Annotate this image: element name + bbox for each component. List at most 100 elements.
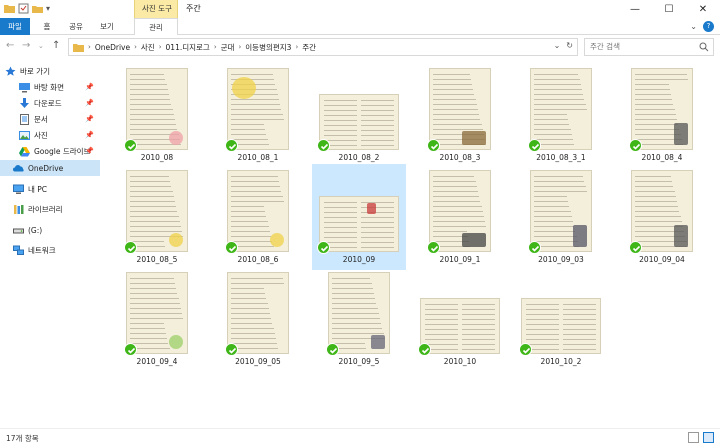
file-item[interactable]: 2010_08: [110, 62, 204, 168]
file-thumbnail: [521, 298, 601, 354]
sync-check-icon: [528, 241, 541, 254]
breadcrumb-letters[interactable]: 이등병의편지3: [245, 42, 291, 53]
address-bar[interactable]: › OneDrive › 사진 › 011.디지로그 › 군대 › 이등병의편지…: [68, 38, 578, 56]
file-item[interactable]: 2010_09_4: [110, 266, 204, 372]
breadcrumb-army[interactable]: 군대: [221, 42, 235, 53]
sidebar-item-onedrive[interactable]: OneDrive: [0, 160, 100, 176]
search-input[interactable]: 주간 검색: [584, 38, 714, 56]
minimize-button[interactable]: —: [618, 0, 652, 18]
maximize-button[interactable]: ☐: [652, 0, 686, 18]
google-drive-icon: [19, 146, 30, 156]
file-item[interactable]: 2010_08_4: [615, 62, 709, 168]
pin-icon[interactable]: 📌: [85, 131, 94, 139]
title-bar: ▾ 사진 도구 주간 — ☐ ✕: [0, 0, 720, 34]
file-thumbnail: [227, 170, 289, 252]
view-toggle: [688, 432, 714, 443]
help-icon[interactable]: ?: [703, 21, 714, 32]
back-arrow-icon[interactable]: ←: [6, 40, 14, 51]
sidebar-item-label: OneDrive: [28, 163, 64, 173]
new-folder-icon[interactable]: [32, 3, 43, 14]
ribbon-controls: ⌄ ?: [690, 21, 714, 32]
file-item[interactable]: 2010_08_2: [312, 62, 406, 168]
tab-file[interactable]: 파일: [0, 18, 30, 35]
sidebar-item-downloads[interactable]: 다운로드 📌: [0, 95, 100, 111]
file-thumbnail: [227, 272, 289, 354]
large-icons-view-icon[interactable]: [703, 432, 714, 443]
file-item[interactable]: 2010_09: [312, 164, 406, 270]
file-thumbnail: [126, 272, 188, 354]
breadcrumb-digilog[interactable]: 011.디지로그: [166, 42, 210, 53]
sidebar-item-libraries[interactable]: 라이브러리: [0, 201, 100, 217]
pin-icon[interactable]: 📌: [85, 147, 94, 155]
crumb-separator[interactable]: ›: [214, 43, 217, 51]
sidebar-item-desktop[interactable]: 바탕 화면 📌: [0, 79, 100, 95]
file-item[interactable]: 2010_08_1: [211, 62, 305, 168]
tab-share[interactable]: 공유: [64, 18, 88, 35]
file-item[interactable]: 2010_08_3_1: [514, 62, 608, 168]
sync-check-icon: [519, 343, 532, 356]
sync-check-icon: [418, 343, 431, 356]
tab-home[interactable]: 홈: [36, 18, 58, 35]
file-thumbnail: [227, 68, 289, 150]
pin-icon[interactable]: 📌: [85, 99, 94, 107]
close-button[interactable]: ✕: [686, 0, 720, 18]
file-item[interactable]: 2010_10_2: [514, 266, 608, 372]
navigation-bar: ← → ⌄ ↑ › OneDrive › 사진 › 011.디지로그 › 군대 …: [0, 37, 720, 57]
file-item[interactable]: 2010_08_3: [413, 62, 507, 168]
file-name: 2010_08_1: [237, 153, 279, 162]
file-name: 2010_09_4: [136, 357, 178, 366]
up-arrow-icon[interactable]: ↑: [52, 40, 60, 51]
breadcrumb-photos[interactable]: 사진: [141, 42, 155, 53]
file-name: 2010_09_03: [538, 255, 584, 264]
file-name: 2010_08_2: [338, 153, 380, 162]
sidebar-item-this-pc[interactable]: 내 PC: [0, 181, 100, 197]
sidebar-item-drive-g[interactable]: (G:): [0, 222, 100, 238]
breadcrumb-onedrive[interactable]: OneDrive: [95, 43, 130, 52]
tab-view[interactable]: 보기: [96, 18, 118, 35]
tab-manage[interactable]: 관리: [134, 18, 178, 35]
details-view-icon[interactable]: [688, 432, 699, 443]
file-item[interactable]: 2010_08_6: [211, 164, 305, 270]
sidebar-item-quick-access[interactable]: 바로 가기: [0, 63, 100, 79]
crumb-separator[interactable]: ›: [295, 43, 298, 51]
tree-illustration: [573, 225, 587, 247]
pin-icon[interactable]: 📌: [85, 83, 94, 91]
expand-ribbon-icon[interactable]: ⌄: [690, 22, 697, 31]
pc-icon: [13, 184, 24, 194]
sync-check-icon: [427, 139, 440, 152]
properties-icon[interactable]: [18, 3, 29, 14]
file-item[interactable]: 2010_09_03: [514, 164, 608, 270]
sidebar-item-documents[interactable]: 문서 📌: [0, 111, 100, 127]
document-icon: [20, 113, 29, 125]
file-item[interactable]: 2010_10: [413, 266, 507, 372]
breadcrumb-weekly[interactable]: 주간: [302, 42, 316, 53]
file-item[interactable]: 2010_09_04: [615, 164, 709, 270]
context-tab-title: 사진 도구: [142, 4, 172, 13]
file-thumbnail: [420, 298, 500, 354]
refresh-icon[interactable]: ↻: [566, 41, 573, 50]
window-controls: — ☐ ✕: [618, 0, 720, 18]
sidebar-item-google-drive[interactable]: Google 드라이브 📌: [0, 143, 100, 159]
crumb-separator[interactable]: ›: [159, 43, 162, 51]
file-item[interactable]: 2010_09_05: [211, 266, 305, 372]
sidebar-item-network[interactable]: 네트워크: [0, 242, 100, 258]
crumb-separator[interactable]: ›: [238, 43, 241, 51]
file-thumbnail: [429, 68, 491, 150]
history-dropdown-icon[interactable]: ⌄: [554, 41, 561, 50]
forward-arrow-icon[interactable]: →: [22, 40, 30, 51]
customize-qa-icon[interactable]: ▾: [46, 4, 50, 13]
sidebar-item-pictures[interactable]: 사진 📌: [0, 127, 100, 143]
folder-icon: [4, 5, 15, 13]
pin-icon[interactable]: 📌: [85, 115, 94, 123]
recent-locations-icon[interactable]: ⌄: [38, 42, 44, 50]
sidebar-item-label: 바탕 화면: [34, 82, 64, 92]
file-item[interactable]: 2010_09_5: [312, 266, 406, 372]
file-item[interactable]: 2010_09_1: [413, 164, 507, 270]
file-name: 2010_09_04: [639, 255, 685, 264]
file-item[interactable]: 2010_08_5: [110, 164, 204, 270]
sync-check-icon: [317, 139, 330, 152]
folder-icon: [73, 43, 84, 52]
file-thumbnail: [319, 196, 399, 252]
crumb-separator[interactable]: ›: [134, 43, 137, 51]
file-thumbnail: [328, 272, 390, 354]
